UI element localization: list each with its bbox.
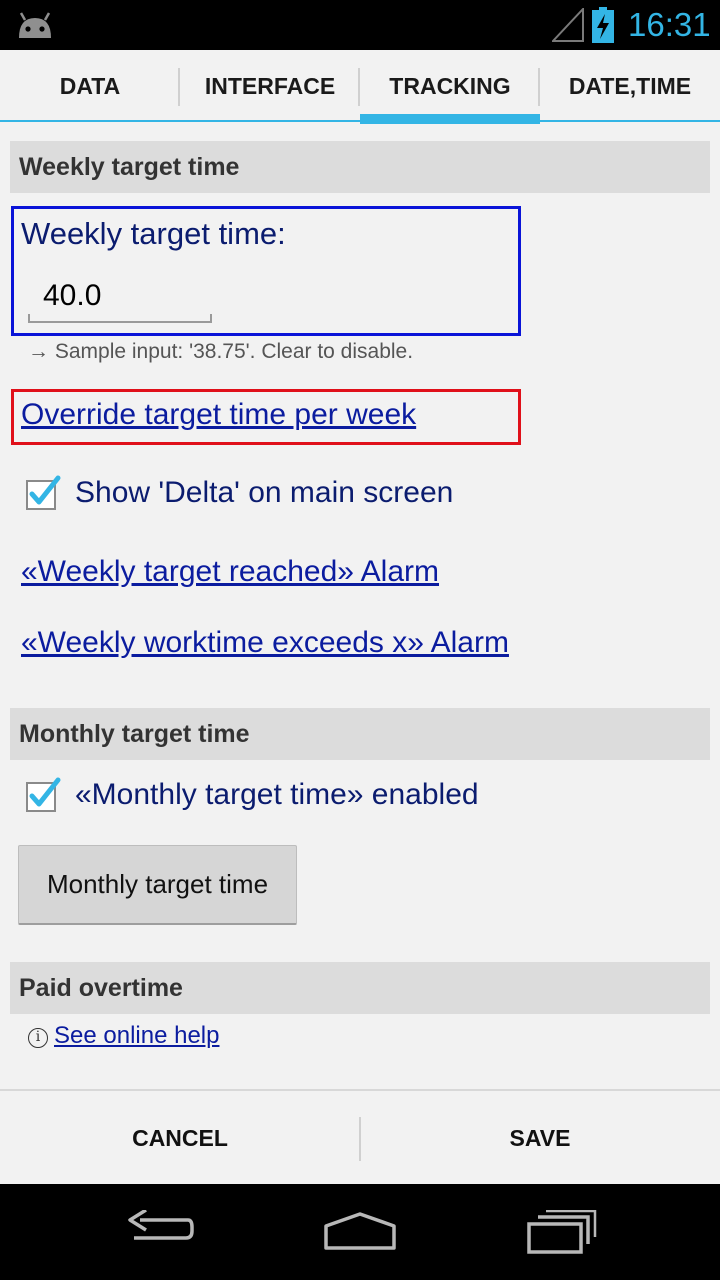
signal-icon <box>552 8 584 42</box>
tab-interface[interactable]: INTERFACE <box>180 50 360 122</box>
clock: 16:31 <box>628 6 711 43</box>
tab-label: INTERFACE <box>204 72 336 99</box>
tab-label: DATA <box>59 72 121 99</box>
weekly-reached-alarm-link[interactable]: «Weekly target reached» Alarm <box>21 555 439 589</box>
recent-apps-icon[interactable] <box>526 1210 598 1254</box>
input-hint: → Sample input: '38.75'. Clear to disabl… <box>28 340 414 363</box>
footer-bar: CANCEL SAVE <box>0 1089 720 1184</box>
tab-date-time[interactable]: DATE,TIME <box>540 50 720 122</box>
tab-label: TRACKING <box>389 72 511 99</box>
tab-bar: DATA INTERFACE TRACKING DATE,TIME <box>0 50 720 124</box>
online-help[interactable]: i See online help <box>28 1022 219 1050</box>
weekly-target-label: Weekly target time: <box>21 216 286 251</box>
input-underline <box>28 314 212 323</box>
info-icon: i <box>28 1028 48 1048</box>
show-delta-label[interactable]: Show 'Delta' on main screen <box>75 476 453 510</box>
override-target-link[interactable]: Override target time per week <box>21 398 416 432</box>
home-icon[interactable] <box>322 1210 398 1254</box>
monthly-target-button[interactable]: Monthly target time <box>18 845 297 925</box>
section-header-weekly: Weekly target time <box>10 141 710 193</box>
status-bar: 16:31 <box>0 0 720 50</box>
monthly-enabled-label[interactable]: «Monthly target time» enabled <box>75 778 479 812</box>
monthly-enabled-checkbox[interactable] <box>25 777 61 813</box>
cancel-button[interactable]: CANCEL <box>0 1091 360 1186</box>
save-button[interactable]: SAVE <box>360 1091 720 1186</box>
battery-charging-icon <box>592 7 614 43</box>
tab-tracking[interactable]: TRACKING <box>360 50 540 124</box>
tab-label: DATE,TIME <box>568 72 692 99</box>
online-help-link[interactable]: See online help <box>54 1022 219 1049</box>
show-delta-checkbox[interactable] <box>25 475 61 511</box>
section-header-monthly: Monthly target time <box>10 708 710 760</box>
android-icon <box>19 12 51 38</box>
navigation-bar <box>0 1184 720 1280</box>
weekly-exceeds-alarm-link[interactable]: «Weekly worktime exceeds x» Alarm <box>21 626 509 660</box>
section-header-paid-overtime: Paid overtime <box>10 962 710 1014</box>
back-icon[interactable] <box>126 1210 194 1254</box>
tab-data[interactable]: DATA <box>0 50 180 122</box>
